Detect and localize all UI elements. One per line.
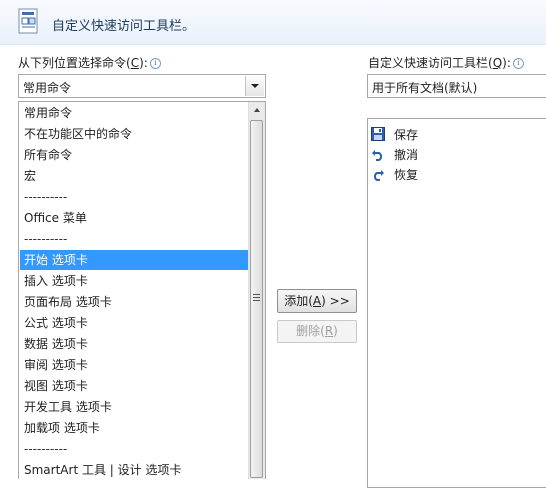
commands-list[interactable]: 常用命令 不在功能区中的命令 所有命令宏 ---------- Office 菜单 ---… (18, 101, 266, 479)
toolbar-item-label: 保存 (394, 128, 419, 142)
commands-list-scrollbar[interactable] (248, 102, 265, 479)
choose-commands-accesskey: C (130, 56, 140, 70)
add-button-suffix: ) >> (321, 294, 350, 308)
add-button-label: 添加( (284, 294, 313, 308)
add-button-accesskey: A (312, 294, 322, 308)
choose-commands-label-text: 从下列位置选择命令( (18, 56, 131, 70)
list-item[interactable]: 开始 选项卡 (20, 250, 249, 270)
list-item[interactable]: 插入 选项卡 (20, 271, 249, 291)
list-item[interactable]: 加载项 选项卡 (20, 418, 249, 438)
customize-toolbar-label-suffix: ): (502, 56, 511, 70)
choose-commands-dropdown[interactable]: 常用命令 (18, 74, 266, 98)
chevron-down-icon (251, 84, 259, 88)
list-item[interactable]: 宏 (20, 166, 249, 186)
list-item[interactable]: 开发工具 选项卡 (20, 397, 249, 417)
list-item[interactable]: 页面布局 选项卡 (20, 292, 249, 312)
customize-toolbar-accesskey: Q (492, 56, 503, 70)
page-title: 自定义快速访问工具栏。 (52, 19, 196, 34)
chevron-up-icon (254, 108, 260, 112)
list-item[interactable]: Office 菜单 (20, 208, 249, 228)
info-icon: i (512, 58, 524, 69)
list-item[interactable]: 所有命令 (20, 145, 249, 165)
list-item[interactable]: 数据 选项卡 (20, 334, 249, 354)
toolbar-item-label: 撤消 (394, 148, 419, 162)
undo-icon (372, 150, 383, 161)
list-item[interactable]: 审阅 选项卡 (20, 355, 249, 375)
list-item[interactable]: 公式 选项卡 (20, 313, 249, 333)
list-separator: ---------- (24, 232, 68, 246)
add-button[interactable]: 添加(A) >> (277, 289, 357, 313)
list-item[interactable]: SmartArt 工具 | 设计 选项卡 (20, 460, 249, 479)
save-icon (371, 127, 385, 141)
customize-toolbar-dropdown[interactable]: 用于所有文档(默认) (367, 74, 546, 98)
choose-commands-label: 从下列位置选择命令(C): i (18, 54, 161, 71)
list-item[interactable]: 不在功能区中的命令 (20, 124, 249, 144)
remove-button-suffix: ) (333, 324, 338, 338)
splitter-grip-icon (251, 293, 261, 301)
remove-button-accesskey: R (324, 324, 334, 338)
customize-toolbar-label: 自定义快速访问工具栏(Q): i (368, 54, 524, 71)
choose-commands-dropdown-value: 常用命令 (23, 81, 72, 95)
customize-toolbar-label-text: 自定义快速访问工具栏( (368, 56, 493, 70)
list-separator: ---------- (24, 190, 68, 204)
customize-toolbar-dropdown-value: 用于所有文档(默认) (372, 81, 478, 95)
toolbar-commands-list[interactable]: 保存 撤消 恢复 (367, 118, 546, 488)
toolbar-item-label: 恢复 (394, 168, 419, 182)
remove-button[interactable]: 删除(R) (277, 320, 357, 343)
quick-access-toolbar-icon (18, 8, 38, 34)
info-icon: i (149, 58, 161, 69)
redo-icon (373, 170, 384, 181)
choose-commands-label-suffix: ): (139, 56, 148, 70)
list-item[interactable]: 常用命令 (20, 103, 249, 123)
remove-button-label: 删除( (296, 324, 325, 338)
list-item[interactable]: 视图 选项卡 (20, 376, 249, 396)
scroll-up-button[interactable] (249, 102, 265, 118)
list-separator: ---------- (24, 442, 68, 456)
dropdown-arrow-button[interactable] (245, 76, 264, 96)
